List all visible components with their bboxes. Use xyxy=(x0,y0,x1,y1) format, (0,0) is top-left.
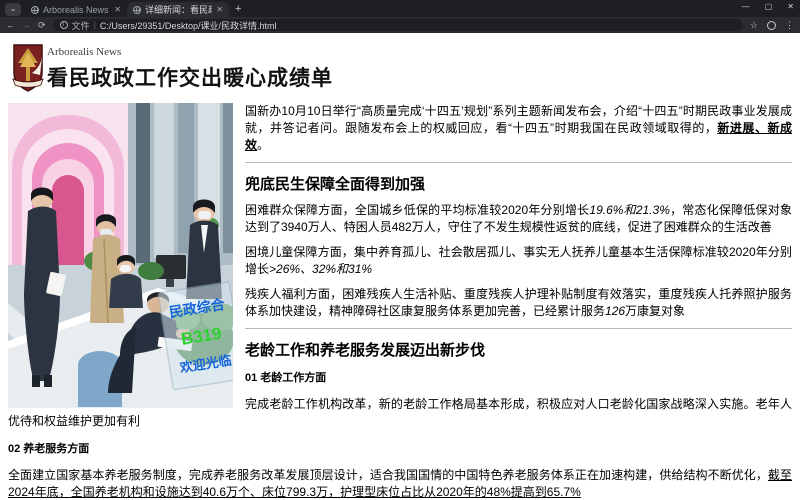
tab-news-detail[interactable]: 详细新闻：看民政工作交出暖… ✕ xyxy=(127,2,229,17)
masthead-text: Arborealis News 看民政政工作交出暖心成绩单 xyxy=(44,43,333,93)
civil-affairs-hall-photo: 民政综合 B319 欢迎光临 xyxy=(8,103,233,408)
address-bar[interactable]: i 文件 | C:/Users/29351/Desktop/课业/民政详情.ht… xyxy=(52,19,743,31)
page-title: 看民政政工作交出暖心成绩单 xyxy=(47,67,333,90)
tab-title: Arborealis News xyxy=(43,4,109,15)
subheading-elder-care: 02 养老服务方面 xyxy=(8,443,90,455)
arborealis-crest-logo xyxy=(12,44,44,92)
scheme-label: 文件 xyxy=(71,20,90,31)
reload-icon[interactable]: ⟳ xyxy=(38,20,46,30)
news-detail-page: Arborealis News 看民政政工作交出暖心成绩单 民政综合 B319 … xyxy=(0,33,800,500)
masthead: Arborealis News 看民政政工作交出暖心成绩单 xyxy=(8,33,792,93)
browser-toolbar: ← → ⟳ i 文件 | C:/Users/29351/Desktop/课业/民… xyxy=(0,17,800,33)
tab-title: 详细新闻：看民政工作交出暖… xyxy=(145,5,212,15)
tab-close-icon[interactable]: ✕ xyxy=(114,5,121,14)
menu-dots-icon[interactable]: ⋮ xyxy=(785,20,794,31)
back-icon[interactable]: ← xyxy=(6,20,15,30)
site-brand: Arborealis News xyxy=(47,46,122,58)
section-divider xyxy=(245,162,792,163)
browser-tab-strip: ⌄ Arborealis News ✕ 详细新闻：看民政工作交出暖… ✕ + —… xyxy=(0,0,800,17)
tab-search-button[interactable]: ⌄ xyxy=(5,3,21,16)
profile-avatar-icon[interactable] xyxy=(767,20,776,30)
file-info-icon[interactable]: i xyxy=(59,21,68,29)
new-tab-button[interactable]: + xyxy=(235,3,241,15)
section-divider xyxy=(245,328,792,329)
article-body: 民政综合 B319 欢迎光临 国新办10月10日举行“高质量完成‘十四五’规划”… xyxy=(8,103,792,500)
minimize-button[interactable]: — xyxy=(742,2,750,11)
globe-icon xyxy=(133,5,141,14)
toolbar-actions: ☆ ⋮ xyxy=(750,20,794,31)
forward-icon[interactable]: → xyxy=(22,20,31,30)
bookmark-star-icon[interactable]: ☆ xyxy=(750,20,758,31)
tab-close-icon[interactable]: ✕ xyxy=(216,5,223,14)
paragraph-elder-care: 全面建立国家基本养老服务制度，完成养老服务改革发展顶层设计，适合我国国情的中国特… xyxy=(8,468,792,499)
tab-arborealis-news[interactable]: Arborealis News ✕ xyxy=(25,2,127,17)
globe-icon xyxy=(31,5,39,14)
window-controls: — ▢ ✕ xyxy=(742,2,794,11)
restore-button[interactable]: ▢ xyxy=(765,2,773,11)
close-window-button[interactable]: ✕ xyxy=(787,2,794,11)
address-divider: | xyxy=(93,20,96,30)
address-url: C:/Users/29351/Desktop/课业/民政详情.html xyxy=(99,20,277,31)
